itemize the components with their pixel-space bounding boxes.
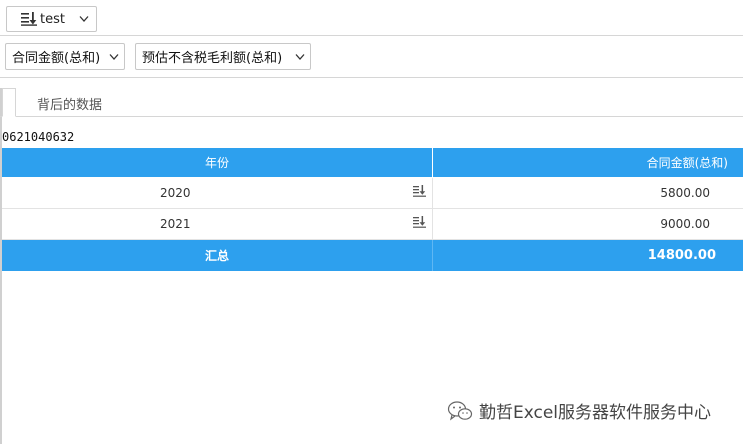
measure-select-gross-profit[interactable]: 预估不含税毛利额(总和) <box>135 43 311 70</box>
cell-year: 2020 <box>2 178 433 208</box>
watermark-text: 勤哲Excel服务器软件服务中心 <box>479 403 712 423</box>
measure-bar: 合同金额(总和) 预估不含税毛利额(总和) <box>0 36 743 78</box>
total-label: 汇总 <box>2 240 433 271</box>
measure-label: 预估不含税毛利额(总和) <box>142 51 283 66</box>
wechat-icon <box>447 400 473 420</box>
table-header-row: 年份 合同金额(总和) <box>2 148 743 178</box>
tab-bar: 背后的数据 <box>0 88 743 117</box>
watermark: 勤哲Excel服务器软件服务中心 <box>447 398 711 423</box>
measure-label: 合同金额(总和) <box>12 51 101 66</box>
drill-down-icon[interactable] <box>413 216 426 228</box>
column-header-amount[interactable]: 合同金额(总和) <box>433 148 743 177</box>
measure-select-contract-amount[interactable]: 合同金额(总和) <box>5 43 125 70</box>
cell-year-value: 2020 <box>160 186 191 200</box>
view-label: test <box>40 11 65 27</box>
chevron-down-icon <box>79 16 89 22</box>
chevron-down-icon <box>109 54 119 60</box>
table-row: 2021 9000.00 <box>2 209 743 240</box>
sort-desc-icon <box>21 12 37 26</box>
cell-year: 2021 <box>2 209 433 239</box>
chevron-down-icon <box>295 54 305 60</box>
total-amount: 14800.00 <box>647 248 716 263</box>
table-total-row: 汇总 14800.00 <box>2 240 743 271</box>
cell-amount: 5800.00 <box>660 186 710 200</box>
data-id-label: 0621040632 <box>2 130 75 144</box>
tab-chart[interactable] <box>2 88 16 117</box>
drill-down-icon[interactable] <box>413 185 426 197</box>
data-table: 年份 合同金额(总和) 2020 5800.00 2021 9000.00 汇总… <box>2 148 743 271</box>
table-row: 2020 5800.00 <box>2 178 743 209</box>
column-header-year[interactable]: 年份 <box>2 148 433 177</box>
toolbar: test <box>0 0 743 36</box>
cell-amount: 9000.00 <box>660 217 710 231</box>
cell-year-value: 2021 <box>160 217 191 231</box>
tab-underlying-data[interactable]: 背后的数据 <box>37 94 102 113</box>
view-selector[interactable]: test <box>6 6 97 32</box>
